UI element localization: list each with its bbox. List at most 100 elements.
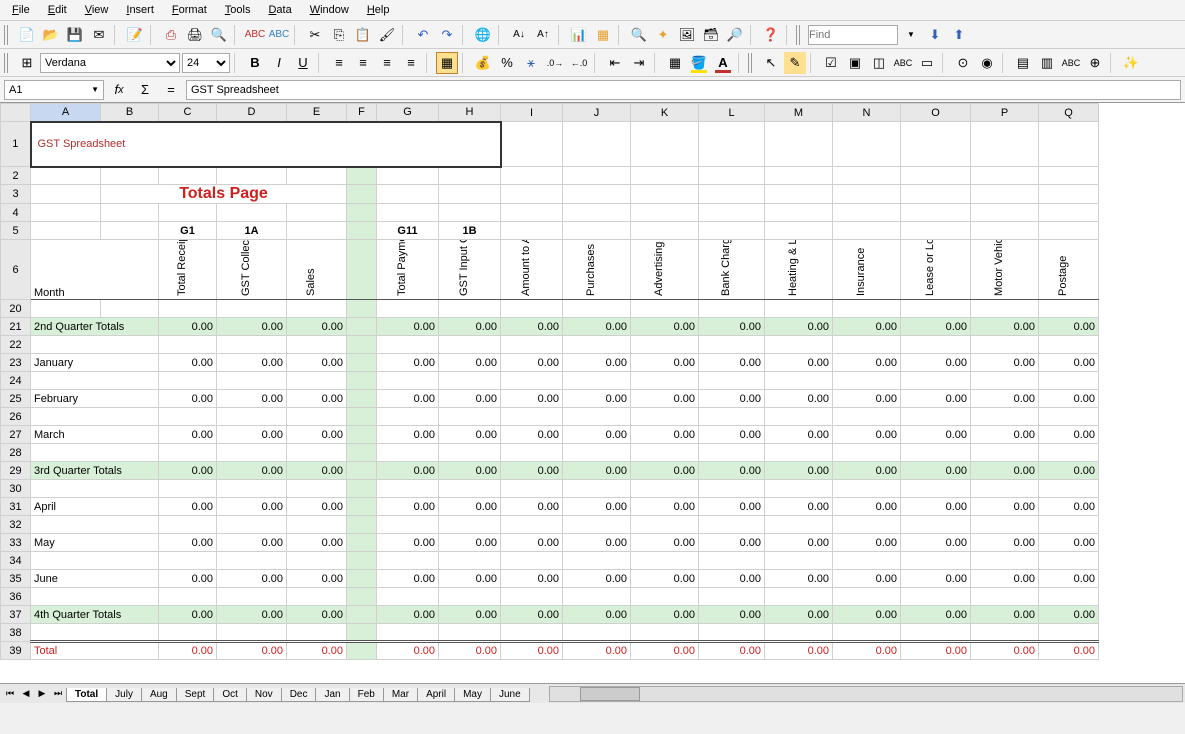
align-center-icon[interactable]: ≡ xyxy=(352,52,374,74)
cell[interactable] xyxy=(765,300,833,318)
cell[interactable] xyxy=(901,516,971,534)
cell[interactable] xyxy=(631,204,699,222)
row-header[interactable]: 6 xyxy=(1,240,31,300)
cell[interactable] xyxy=(287,624,347,642)
cell[interactable]: June xyxy=(31,570,159,588)
row-header[interactable]: 38 xyxy=(1,624,31,642)
cell[interactable]: 0.00 xyxy=(699,642,765,660)
cell[interactable]: 0.00 xyxy=(833,426,901,444)
cell[interactable] xyxy=(439,552,501,570)
cell[interactable] xyxy=(159,408,217,426)
cell[interactable]: 0.00 xyxy=(563,318,631,336)
cell[interactable] xyxy=(833,444,901,462)
cell[interactable]: February xyxy=(31,390,159,408)
cell[interactable] xyxy=(901,222,971,240)
cell[interactable] xyxy=(563,408,631,426)
cell[interactable]: 0.00 xyxy=(833,534,901,552)
cell[interactable] xyxy=(217,624,287,642)
row-header[interactable]: 33 xyxy=(1,534,31,552)
cell[interactable] xyxy=(347,240,377,300)
cell[interactable] xyxy=(377,372,439,390)
cell[interactable] xyxy=(31,516,159,534)
cell[interactable] xyxy=(833,588,901,606)
cell[interactable]: 0.00 xyxy=(287,498,347,516)
cell[interactable] xyxy=(901,122,971,167)
cell[interactable] xyxy=(901,336,971,354)
cell[interactable] xyxy=(439,300,501,318)
cell[interactable]: 0.00 xyxy=(901,426,971,444)
cell[interactable] xyxy=(377,167,439,185)
cell[interactable]: 2nd Quarter Totals xyxy=(31,318,159,336)
cell[interactable] xyxy=(377,408,439,426)
save-icon[interactable]: 💾 xyxy=(64,24,86,46)
row-header[interactable]: 36 xyxy=(1,588,31,606)
datasource-icon[interactable]: 🗃 xyxy=(700,24,722,46)
column-header-K[interactable]: K xyxy=(631,104,699,122)
cell[interactable]: 0.00 xyxy=(971,390,1039,408)
sheet-tab-july[interactable]: July xyxy=(106,688,142,702)
cell[interactable] xyxy=(563,122,631,167)
hyperlink-icon[interactable]: 🌐 xyxy=(472,24,494,46)
cell[interactable]: 0.00 xyxy=(159,354,217,372)
cell[interactable]: 0.00 xyxy=(833,642,901,660)
cell[interactable]: GST Input Credits xyxy=(439,240,501,300)
cell[interactable] xyxy=(699,167,765,185)
row-header[interactable]: 23 xyxy=(1,354,31,372)
cell[interactable] xyxy=(1039,300,1099,318)
cell[interactable] xyxy=(563,222,631,240)
cell[interactable]: 0.00 xyxy=(631,606,699,624)
row-header[interactable]: 35 xyxy=(1,570,31,588)
cell[interactable] xyxy=(287,204,347,222)
cell[interactable] xyxy=(159,624,217,642)
cell[interactable] xyxy=(501,222,563,240)
cell[interactable]: 0.00 xyxy=(971,318,1039,336)
cell[interactable]: 0.00 xyxy=(1039,642,1099,660)
cell[interactable] xyxy=(347,372,377,390)
cell[interactable] xyxy=(377,185,439,204)
cell[interactable]: 0.00 xyxy=(901,642,971,660)
cell[interactable]: 0.00 xyxy=(287,534,347,552)
cell[interactable]: 0.00 xyxy=(901,570,971,588)
cell[interactable] xyxy=(31,372,159,390)
cell[interactable] xyxy=(347,444,377,462)
column-header-C[interactable]: C xyxy=(159,104,217,122)
cell[interactable]: Amount to Allocate xyxy=(501,240,563,300)
column-header-B[interactable]: B xyxy=(101,104,159,122)
percent-icon[interactable]: % xyxy=(496,52,518,74)
cell[interactable]: Lease or Loan Payment xyxy=(901,240,971,300)
cell[interactable] xyxy=(439,336,501,354)
cell[interactable]: 0.00 xyxy=(377,498,439,516)
tab-first-icon[interactable]: ⏮ xyxy=(2,686,18,702)
cell[interactable]: 0.00 xyxy=(1039,498,1099,516)
menu-data[interactable]: Data xyxy=(260,2,299,18)
cell[interactable]: 0.00 xyxy=(765,642,833,660)
form-icon[interactable]: ▣ xyxy=(844,52,866,74)
cell[interactable] xyxy=(347,318,377,336)
cell[interactable] xyxy=(31,167,101,185)
label2-icon[interactable]: ABC xyxy=(1060,52,1082,74)
menu-edit[interactable]: Edit xyxy=(40,2,75,18)
cell[interactable] xyxy=(901,300,971,318)
add-decimal-icon[interactable]: .0→ xyxy=(544,52,566,74)
radio-icon[interactable]: ◉ xyxy=(976,52,998,74)
row-header[interactable]: 3 xyxy=(1,185,31,204)
cell[interactable]: 0.00 xyxy=(563,426,631,444)
cell[interactable]: 0.00 xyxy=(563,534,631,552)
font-size-select[interactable]: 24 xyxy=(182,53,230,73)
cell[interactable] xyxy=(217,552,287,570)
cell[interactable]: 0.00 xyxy=(563,462,631,480)
cell[interactable] xyxy=(631,122,699,167)
cell[interactable]: 0.00 xyxy=(563,642,631,660)
cell[interactable] xyxy=(501,408,563,426)
cell[interactable]: 0.00 xyxy=(439,318,501,336)
cell[interactable]: 0.00 xyxy=(501,534,563,552)
cell[interactable]: Total Receipts xyxy=(159,240,217,300)
cell[interactable]: 0.00 xyxy=(439,498,501,516)
cell[interactable]: G11 xyxy=(377,222,439,240)
row-header[interactable]: 22 xyxy=(1,336,31,354)
cell[interactable] xyxy=(699,122,765,167)
cell[interactable] xyxy=(31,204,101,222)
cell[interactable] xyxy=(699,444,765,462)
cell[interactable]: 0.00 xyxy=(217,570,287,588)
sheet-tab-oct[interactable]: Oct xyxy=(213,688,247,702)
